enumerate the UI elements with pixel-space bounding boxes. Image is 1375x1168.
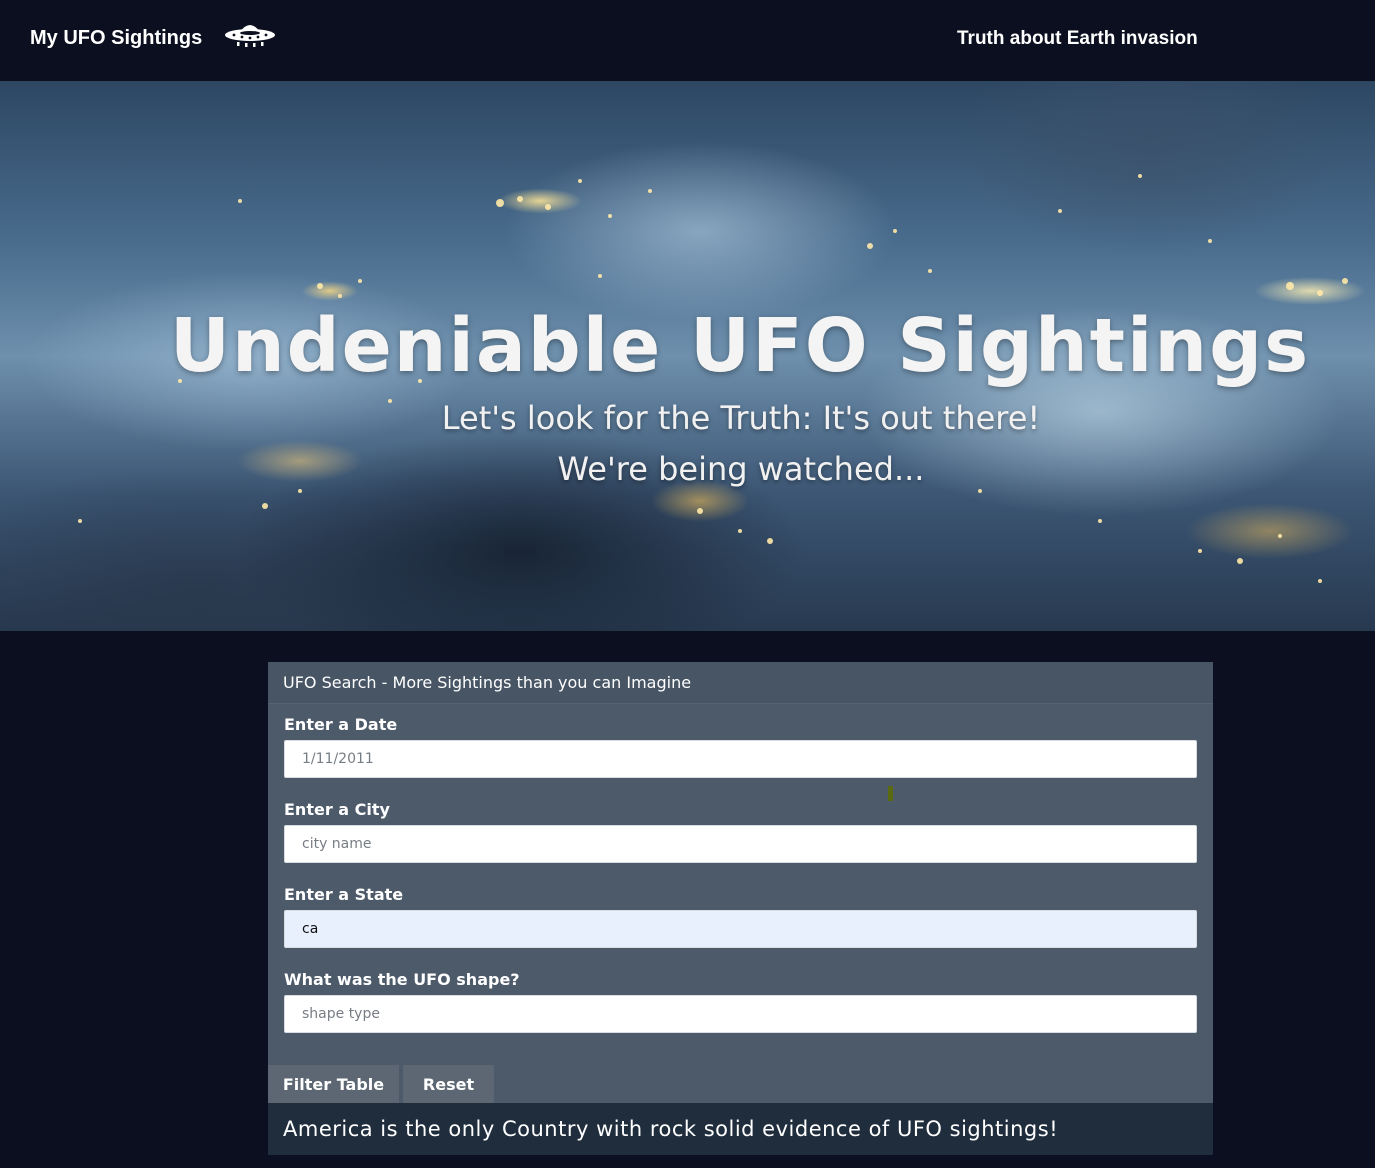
- panel-footer-message: America is the only Country with rock so…: [268, 1103, 1213, 1155]
- ufo-search-panel: UFO Search - More Sightings than you can…: [268, 662, 1213, 1155]
- state-label: Enter a State: [284, 885, 404, 904]
- hero-subtitle: Let's look for the Truth: It's out there…: [441, 399, 1041, 437]
- state-input[interactable]: [284, 910, 1197, 948]
- filter-table-button[interactable]: Filter Table: [268, 1065, 399, 1103]
- city-input[interactable]: [284, 825, 1197, 863]
- navbar: My UFO Sightings Truth about Earth invas…: [0, 0, 1375, 81]
- nav-link-earth-invasion[interactable]: Truth about Earth invasion: [957, 28, 1198, 50]
- hero-tagline: We're being watched...: [557, 450, 925, 488]
- brand-link[interactable]: My UFO Sightings: [30, 24, 276, 52]
- hero-title: Undeniable UFO Sightings: [169, 303, 1311, 389]
- shape-label: What was the UFO shape?: [284, 970, 520, 989]
- reset-button[interactable]: Reset: [403, 1065, 494, 1103]
- panel-header: UFO Search - More Sightings than you can…: [268, 662, 1213, 704]
- hero-banner: Undeniable UFO Sightings Let's look for …: [0, 81, 1375, 631]
- text-cursor-marker: [888, 786, 893, 801]
- shape-input[interactable]: [284, 995, 1197, 1033]
- date-label: Enter a Date: [284, 715, 398, 734]
- city-label: Enter a City: [284, 800, 390, 819]
- brand-label: My UFO Sightings: [30, 26, 203, 49]
- date-input[interactable]: [284, 740, 1197, 778]
- ufo-icon: [224, 18, 276, 52]
